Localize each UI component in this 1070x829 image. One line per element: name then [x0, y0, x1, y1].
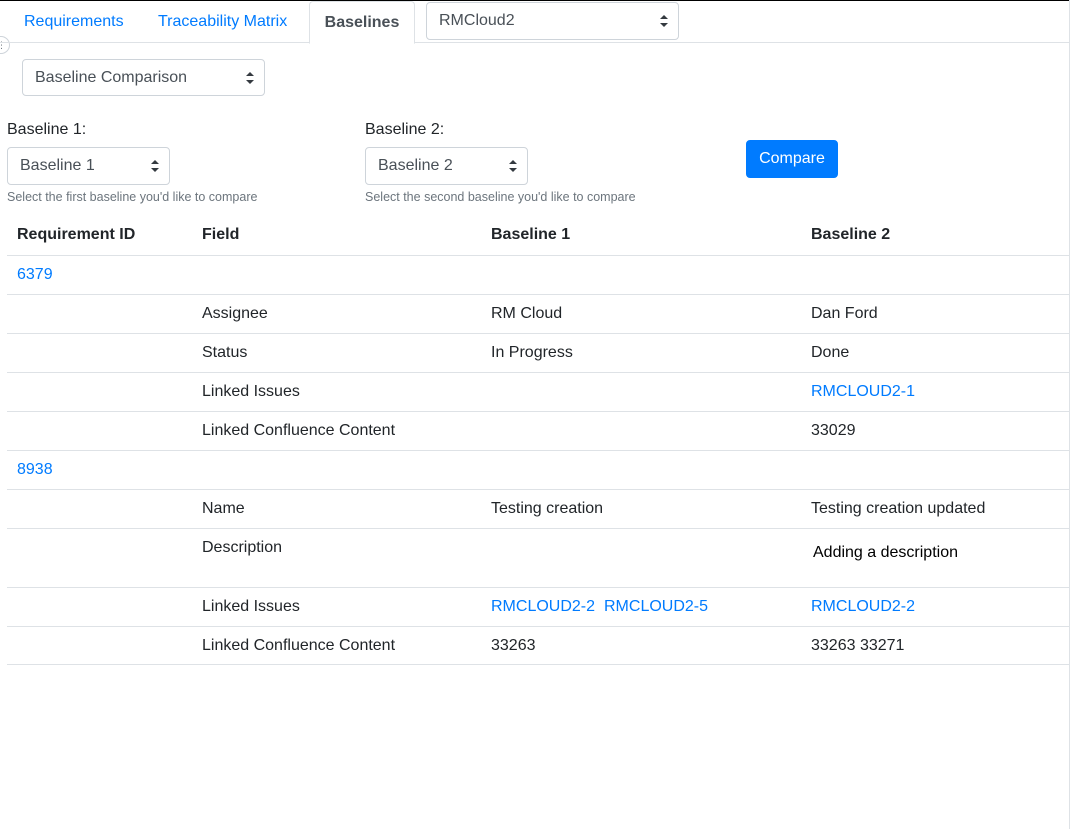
table-row: Linked Confluence Content 33029	[7, 411, 1069, 450]
table-header-row: Requirement ID Field Baseline 1 Baseline…	[7, 216, 1069, 255]
requirement-row: 6379	[7, 255, 1069, 294]
baseline1-help: Select the first baseline you'd like to …	[7, 190, 258, 204]
field-name: Linked Confluence Content	[202, 422, 396, 439]
header-baseline-1: Baseline 1	[491, 226, 571, 243]
select-caret-icon	[509, 160, 517, 172]
requirement-id-link[interactable]: 8938	[17, 451, 53, 489]
issue-link[interactable]: RMCLOUD2-2	[491, 588, 595, 626]
requirement-id-link[interactable]: 6379	[17, 256, 53, 294]
header-baseline-2: Baseline 2	[811, 226, 891, 243]
project-select[interactable]: RMCloud2	[426, 2, 679, 40]
baseline2-select-value: Baseline 2	[378, 157, 453, 174]
view-select[interactable]: Baseline Comparison	[22, 59, 265, 96]
baseline2-value: Dan Ford	[811, 305, 878, 322]
compare-button[interactable]: Compare	[746, 140, 838, 178]
table-row: Linked Issues RMCLOUD2-1	[7, 372, 1069, 411]
baseline1-value: 33263	[491, 637, 536, 654]
baseline2-value: Testing creation updated	[811, 500, 986, 517]
issue-link[interactable]: RMCLOUD2-5	[604, 588, 708, 626]
baseline1-label: Baseline 1:	[7, 121, 87, 138]
baseline2-value: 33029	[811, 422, 856, 439]
tab-baselines[interactable]: Baselines	[309, 1, 415, 44]
baseline1-value: RM Cloud	[491, 305, 563, 322]
baseline2-select[interactable]: Baseline 2	[365, 147, 528, 185]
field-name: Description	[202, 539, 283, 556]
view-select-value: Baseline Comparison	[35, 69, 188, 86]
field-name: Assignee	[202, 305, 268, 322]
baseline2-value: 33263 33271	[811, 637, 905, 654]
baseline1-value: In Progress	[491, 344, 573, 361]
table-row: Name Testing creation Testing creation u…	[7, 489, 1069, 528]
baseline2-value: Done	[811, 344, 850, 361]
header-field: Field	[202, 226, 240, 243]
select-caret-icon	[660, 15, 668, 27]
project-select-value: RMCloud2	[439, 12, 515, 29]
comparison-table: Requirement ID Field Baseline 1 Baseline…	[7, 216, 1069, 665]
issue-link[interactable]: RMCLOUD2-1	[811, 373, 915, 411]
issue-link[interactable]: RMCLOUD2-2	[811, 588, 915, 626]
baseline1-value: Testing creation	[491, 500, 604, 517]
tab-traceability-matrix[interactable]: Traceability Matrix	[158, 1, 287, 43]
requirement-row: 8938	[7, 450, 1069, 489]
baseline2-label: Baseline 2:	[365, 121, 445, 138]
field-name: Linked Confluence Content	[202, 637, 396, 654]
baseline1-select-value: Baseline 1	[20, 157, 95, 174]
table-row: Status In Progress Done	[7, 333, 1069, 372]
select-caret-icon	[246, 71, 254, 84]
table-row: Description Adding a description	[7, 528, 1069, 587]
baseline1-select[interactable]: Baseline 1	[7, 147, 170, 185]
table-row: Linked Confluence Content 33263 33263 33…	[7, 626, 1069, 665]
field-name: Status	[202, 344, 248, 361]
baseline2-help: Select the second baseline you'd like to…	[365, 190, 636, 204]
header-requirement-id: Requirement ID	[17, 226, 136, 243]
field-name: Name	[202, 500, 245, 517]
tab-requirements[interactable]: Requirements	[24, 1, 124, 43]
field-name: Linked Issues	[202, 598, 300, 615]
table-row: Assignee RM Cloud Dan Ford	[7, 294, 1069, 333]
table-row: Linked Issues RMCLOUD2-2 RMCLOUD2-5 RMCL…	[7, 587, 1069, 626]
baseline2-value: Adding a description	[813, 544, 958, 561]
field-name: Linked Issues	[202, 383, 300, 400]
select-caret-icon	[151, 160, 159, 172]
